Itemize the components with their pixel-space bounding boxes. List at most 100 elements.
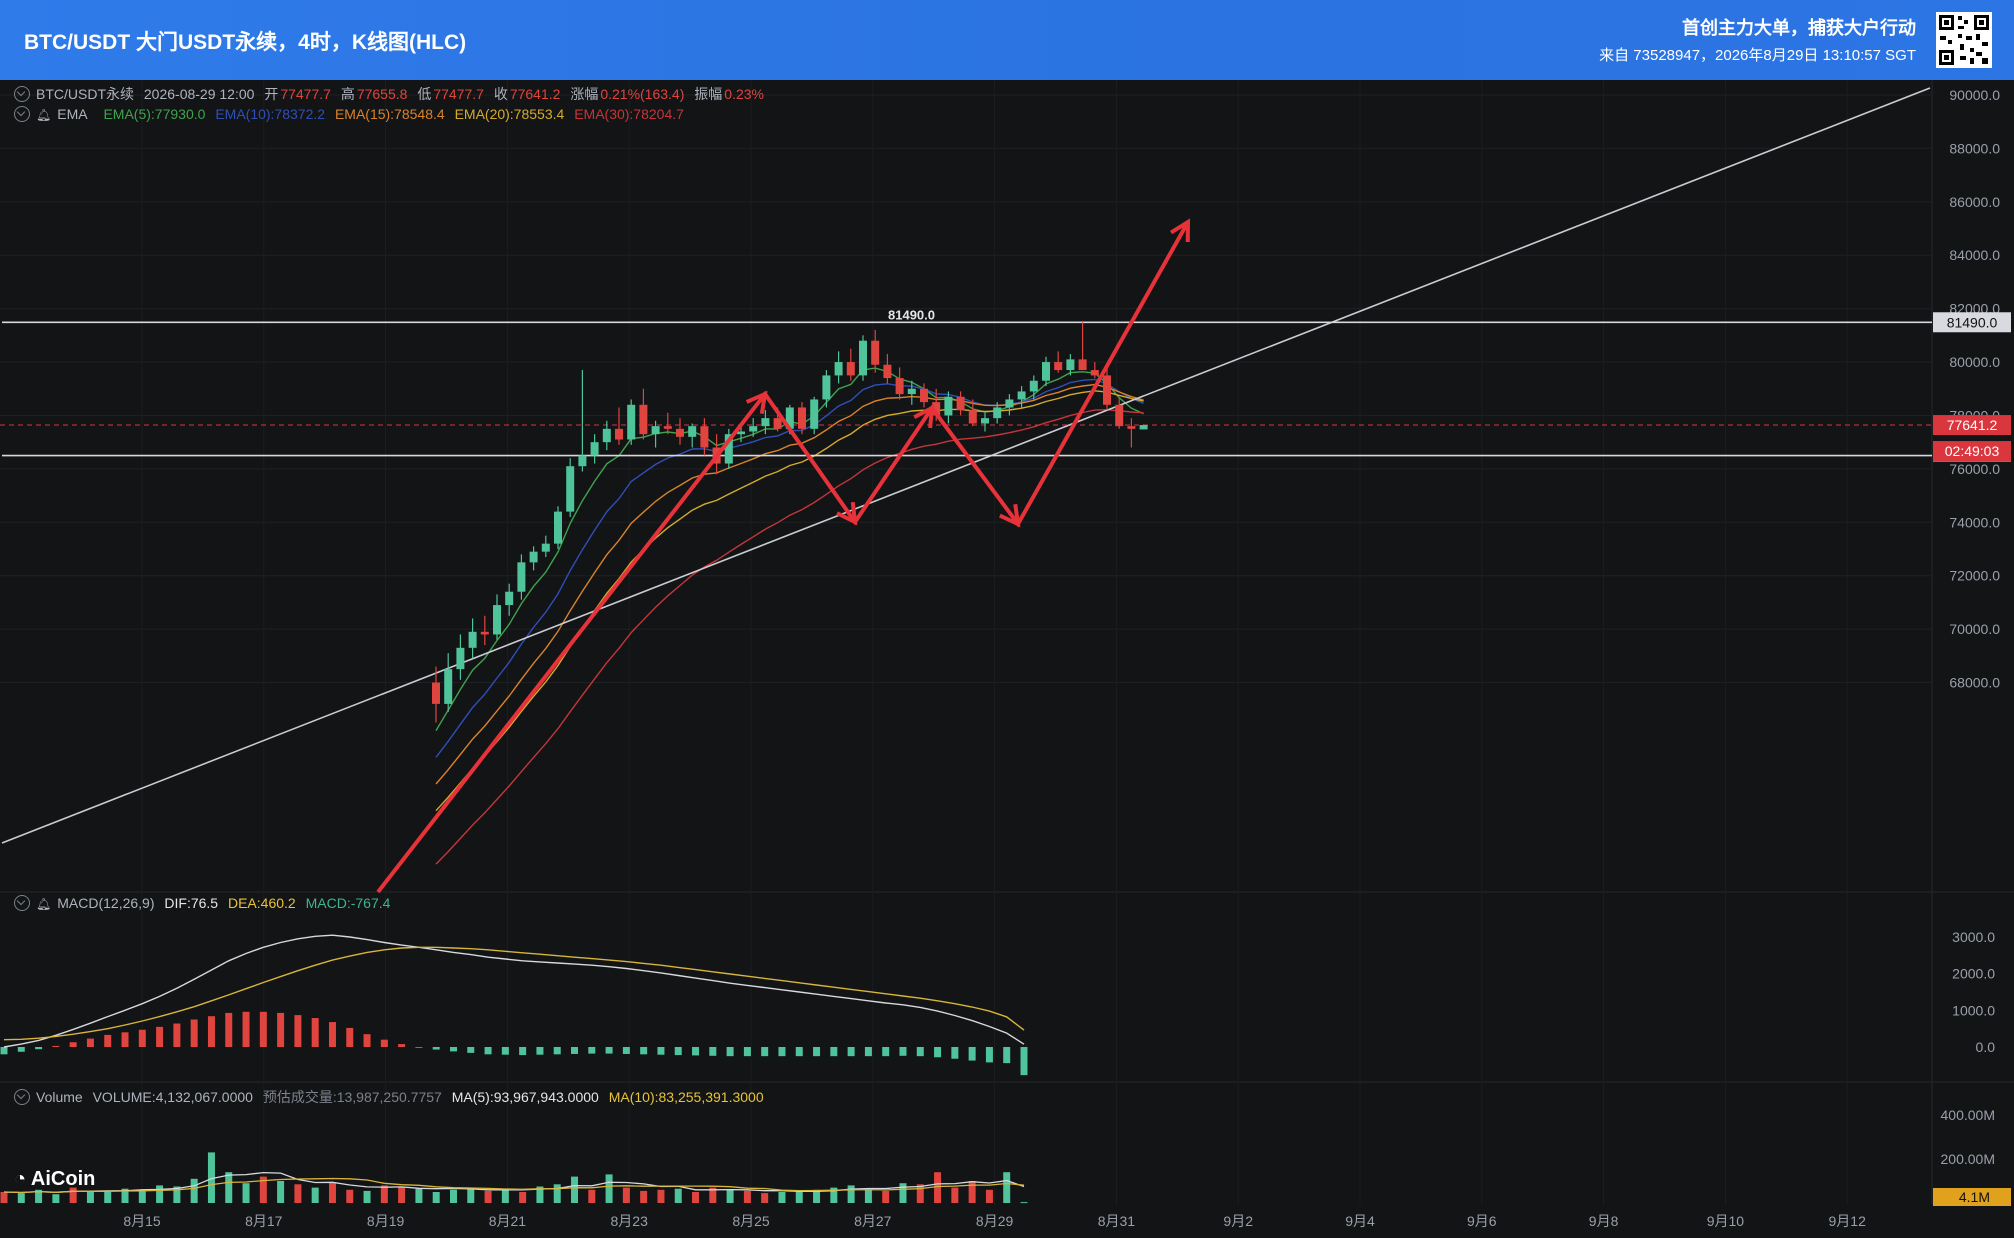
date-tick-label: 9月4 [1345,1213,1375,1229]
volume-bar [726,1189,734,1203]
macd-bar [553,1047,561,1055]
candle-body [676,428,684,437]
candle-body [944,396,953,416]
candle [541,535,550,558]
macd-bar [985,1047,993,1063]
candle [846,348,855,381]
candle [956,391,965,416]
macd-bar [795,1047,803,1057]
legend-change: 0.21%(163.4) [600,86,685,102]
candle-body [798,407,806,429]
volume-bar [52,1194,60,1203]
legend-close-label: 收 [493,86,508,102]
candle [676,418,684,445]
collapse-icon[interactable] [14,106,30,122]
date-tick-label: 8月29 [976,1213,1014,1229]
date-tick-label: 9月10 [1707,1213,1745,1229]
date-tick-label: 9月2 [1223,1213,1253,1229]
price-tick-label: 84000.0 [1949,247,2000,263]
macd-bar [916,1047,924,1057]
volume-bar [1003,1172,1011,1203]
date-tick-label: 8月19 [367,1213,405,1229]
volume-value: VOLUME:4,132,067.0000 [92,1089,253,1105]
bell-icon[interactable]: 🔔︎ [36,108,51,122]
candle-body [907,388,916,395]
macd-bar [259,1011,267,1047]
candle-body [968,410,977,424]
candle-body [505,591,514,606]
countdown-tag-text: 02:49:03 [1945,443,2000,459]
macd-legend: 🔔︎ MACD(12,26,9) DIF:76.5 DEA:460.2 MACD:… [14,895,396,911]
ema-30-value: EMA(30):78204.7 [574,106,684,122]
macd-bar [605,1047,613,1054]
price-tick-label: 72000.0 [1949,568,2000,584]
candle-body [700,426,709,448]
candle-body [590,442,599,456]
volume-bar [640,1190,648,1203]
candlestick-chart[interactable]: 81490.0 3000.0 2000.0 1000.0 0.0 400.00M 200… [0,80,2014,1238]
volume-bar [934,1172,942,1203]
volume-tag-text: 4.1M [1959,1189,1990,1205]
candle-body [468,631,477,648]
logo-icon: ◔︎ [14,1168,31,1190]
price-tick-label: 70000.0 [1949,621,2000,637]
candle-body [1066,359,1075,371]
macd-bar [830,1047,838,1057]
collapse-icon[interactable] [14,895,30,911]
candle-body [517,562,526,592]
macd-tick-label: 3000.0 [1952,929,1995,945]
bell-icon[interactable]: 🔔︎ [36,897,51,911]
macd-bar [432,1047,440,1050]
logo-text: AiCoin [30,1168,96,1190]
macd-bar [864,1047,872,1057]
candle-body [822,375,831,400]
legend-close: 77641.2 [509,86,561,102]
macd-tick-label: 2000.0 [1952,966,1995,982]
macd-bar [484,1047,492,1055]
candle [810,396,819,435]
candle-body [1127,426,1136,429]
legend-amp-label: 振幅 [694,86,723,102]
trendline [1,87,1931,844]
candle-body [859,340,867,376]
volume-tick-label: 200.00M [1941,1151,1995,1167]
candle-body [493,605,501,635]
candle [578,370,587,472]
collapse-icon[interactable] [14,1089,30,1105]
volume-bar [225,1172,233,1203]
collapse-icon[interactable] [14,86,30,102]
macd-bar [709,1047,717,1056]
macd-bar [899,1047,907,1056]
candle-body [554,511,562,544]
volume-legend: Volume VOLUME:4,132,067.0000 预估成交量:13,98… [14,1087,770,1107]
macd-bar [571,1047,579,1054]
macd-dea: DEA:460.2 [227,895,296,911]
candle-body [480,631,489,635]
candle-body [1005,399,1014,408]
volume-bar [501,1188,509,1203]
candle-body [1029,380,1038,392]
ema-line [435,378,1144,758]
macd-name: MACD(12,26,9) [57,895,155,911]
volume-bar [519,1192,527,1203]
price-tick-label: 80000.0 [1949,354,2000,370]
macd-bar [657,1047,665,1055]
volume-bar [277,1181,285,1203]
macd-bar [242,1011,250,1047]
date-tick-label: 8月25 [732,1213,770,1229]
legend-high: 77655.8 [356,86,408,102]
volume-bar [692,1192,700,1203]
volume-bar [242,1183,250,1203]
volume-bar [328,1182,336,1203]
candle-body [773,418,782,429]
candle [480,615,489,646]
macd-bar [743,1047,751,1057]
price-tick-label: 76000.0 [1949,461,2000,477]
legend-symbol: BTC/USDT永续 [36,86,134,102]
volume-bar [363,1190,371,1203]
candle-body [541,543,550,552]
candle [834,351,843,384]
legend-change-label: 涨幅 [570,86,599,102]
macd-bar [190,1019,198,1047]
level-tag-text: 81490.0 [1947,314,1998,330]
